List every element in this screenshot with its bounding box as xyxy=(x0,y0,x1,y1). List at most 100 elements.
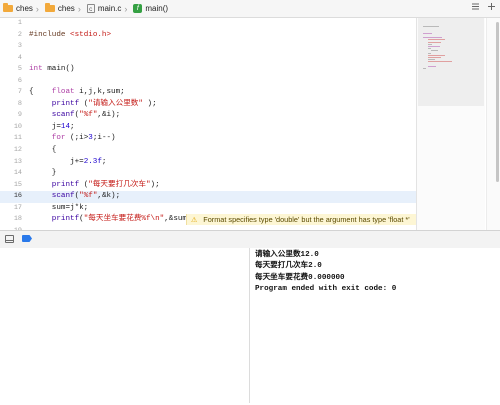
line-number[interactable]: 9 xyxy=(0,110,22,122)
code-lines: 1 2 #include <stdio.h> 3 4 5 int main() 6 7 { flo… xyxy=(0,18,416,230)
line-number[interactable]: 18 xyxy=(0,214,22,226)
minimap-line xyxy=(427,43,432,45)
code-text: sum=j*k; xyxy=(29,203,89,212)
minimap-line xyxy=(427,48,431,50)
minimap-line xyxy=(423,32,432,34)
code-editor[interactable]: 1 2 #include <stdio.h> 3 4 5 int main() 6 7 { flo… xyxy=(0,18,416,230)
code-text: for (;i>3;i--) xyxy=(51,134,116,143)
code-line[interactable]: 16 scanf("%f",&k); xyxy=(0,191,416,203)
line-number[interactable]: 8 xyxy=(0,99,22,111)
code-line[interactable]: 6 xyxy=(0,76,416,88)
console-line: 请输入公里数12.0 xyxy=(255,251,319,259)
code-text: j=14; xyxy=(29,122,75,131)
chevron-right-icon: › xyxy=(35,3,39,14)
minimap-line xyxy=(427,57,441,58)
minimap-line xyxy=(427,41,441,43)
code-line[interactable]: 8 printf ("请输入公里数" ); xyxy=(0,99,416,111)
minimap-line xyxy=(431,50,439,52)
code-text: #include <stdio.h> xyxy=(29,30,112,39)
code-line[interactable]: 9 scanf("%f",&i); xyxy=(0,110,416,122)
line-number[interactable]: 15 xyxy=(0,180,22,192)
hide-debug-area-icon[interactable] xyxy=(5,235,14,243)
line-number[interactable]: 17 xyxy=(0,203,22,215)
code-text: int main() xyxy=(29,65,75,74)
debug-bar xyxy=(0,230,500,249)
code-line[interactable]: 5 int main() xyxy=(0,64,416,76)
minimap-line xyxy=(423,37,442,39)
code-text: { float i,j,k,sum; xyxy=(29,88,125,97)
minimap-line xyxy=(427,65,436,67)
chevron-right-icon: › xyxy=(124,3,128,14)
line-number[interactable]: 16 xyxy=(0,191,22,203)
line-number[interactable]: 13 xyxy=(0,157,22,169)
code-line[interactable]: 7 { float i,j,k,sum; xyxy=(0,87,416,99)
code-text: printf("每天坐车要花费%f\n",&sum); xyxy=(51,215,197,224)
breadcrumb-item-file[interactable]: c main.c xyxy=(86,4,122,13)
minimap-line xyxy=(427,39,445,41)
line-number[interactable]: 11 xyxy=(0,133,22,145)
line-number[interactable]: 2 xyxy=(0,30,22,42)
variables-view[interactable] xyxy=(0,248,249,403)
breadcrumb-label: ches xyxy=(57,4,75,13)
minimap-line xyxy=(427,52,431,54)
line-number[interactable]: 3 xyxy=(0,41,22,53)
code-text: printf ("每天要打几次车"); xyxy=(51,180,160,189)
breadcrumb-label: ches xyxy=(16,4,33,13)
line-number[interactable]: 14 xyxy=(0,168,22,180)
code-line[interactable]: 2 #include <stdio.h> xyxy=(0,30,416,42)
console-line: Program ended with exit code: 0 xyxy=(255,284,397,293)
minimap-line xyxy=(427,61,452,63)
add-editor-icon[interactable] xyxy=(485,1,497,15)
line-number[interactable]: 5 xyxy=(0,64,22,76)
line-number[interactable]: 12 xyxy=(0,145,22,157)
related-items-icon[interactable] xyxy=(469,1,481,15)
breakpoints-toggle-icon[interactable] xyxy=(22,235,32,242)
console-line: 每天要打几次车2.0 xyxy=(255,262,322,271)
code-text: printf ("请输入公里数" ); xyxy=(51,99,157,108)
code-line[interactable]: 18 printf("每天坐车要花费%f\n",&sum); ⚠ Format sp… xyxy=(0,214,416,226)
code-line[interactable]: 14 } xyxy=(0,168,416,180)
vertical-scrollbar[interactable] xyxy=(486,18,500,230)
jump-bar: ches › ches › c main.c › f main() xyxy=(0,0,500,18)
code-line[interactable]: 13 j+=2.3f; xyxy=(0,157,416,169)
editor-options xyxy=(469,1,497,15)
code-line[interactable]: 17 sum=j*k; xyxy=(0,203,416,215)
code-text: scanf("%f",&i); xyxy=(51,111,121,120)
breadcrumb-item-function[interactable]: f main() xyxy=(133,4,168,13)
line-number[interactable]: 4 xyxy=(0,53,22,65)
code-line[interactable]: 12 { xyxy=(0,145,416,157)
chevron-right-icon: › xyxy=(77,3,81,14)
code-line[interactable]: 11 for (;i>3;i--) xyxy=(0,133,416,145)
console-line: 每天坐车要花费0.000000 xyxy=(255,273,345,282)
minimap-line xyxy=(427,54,445,56)
minimap-line xyxy=(427,59,435,61)
function-icon: f xyxy=(133,4,143,13)
minimap-line xyxy=(427,46,441,47)
code-text: } xyxy=(29,169,57,178)
minimap-line xyxy=(423,26,440,28)
code-line[interactable]: 10 j=14; xyxy=(0,122,416,134)
folder-icon xyxy=(44,3,55,12)
line-number[interactable]: 7 xyxy=(0,87,22,99)
code-text: j+=2.3f; xyxy=(29,157,107,166)
warning-icon: ⚠ xyxy=(191,217,198,225)
folder-icon xyxy=(3,3,13,12)
breadcrumb-label: main.c xyxy=(97,4,122,13)
code-line[interactable]: 3 xyxy=(0,41,416,53)
scrollbar-thumb[interactable] xyxy=(496,22,499,182)
breadcrumb-item-folder-2[interactable]: ches xyxy=(44,3,75,13)
code-line[interactable]: 1 xyxy=(0,18,416,30)
warning-text: Format specifies type 'double' but the a… xyxy=(203,215,410,225)
warning-annotation[interactable]: ⚠ Format specifies type 'double' but the … xyxy=(186,214,416,226)
line-number[interactable]: 1 xyxy=(0,18,22,30)
code-line[interactable]: 15 printf ("每天要打几次车"); xyxy=(0,180,416,192)
code-text: scanf("%f",&k); xyxy=(51,192,121,201)
line-number[interactable]: 6 xyxy=(0,76,22,88)
c-file-icon: c xyxy=(86,4,95,13)
breadcrumb-item-folder-1[interactable]: ches xyxy=(3,3,33,13)
console-output[interactable]: 请输入公里数12.0 每天要打几次车2.0 每天坐车要花费0.000000 Pr… xyxy=(250,248,500,405)
minimap-line xyxy=(423,68,426,69)
code-line[interactable]: 4 xyxy=(0,53,416,65)
minimap[interactable] xyxy=(416,18,485,230)
line-number[interactable]: 10 xyxy=(0,122,22,134)
